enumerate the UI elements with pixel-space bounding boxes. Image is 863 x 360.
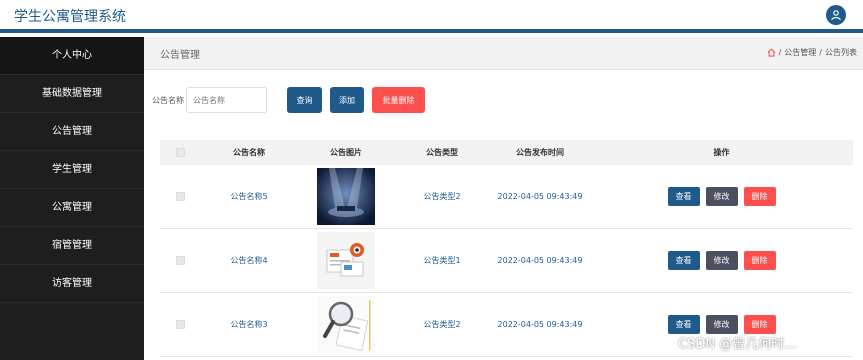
news-magnifier-image [317,296,375,353]
announcement-table: 公告名称 公告图片 公告类型 公告发布时间 操作 公告名称5 公告类型2 202… [160,140,853,357]
view-button[interactable]: 查看 [667,187,700,206]
search-row: 公告名称 查询 添加 批量删除 [152,87,425,113]
main-content: 公告管理 / 公告管理 / 公告列表 公告名称 查询 添加 批量删除 公告名称 … [144,37,863,360]
header-name: 公告名称 [233,148,265,157]
breadcrumb-level1[interactable]: 公告管理 [784,47,816,58]
row-checkbox[interactable] [175,256,185,265]
title-bar: 公告管理 / 公告管理 / 公告列表 [144,37,863,70]
row-name[interactable]: 公告名称3 [200,319,298,330]
delete-button[interactable]: 删除 [743,315,776,334]
edit-button[interactable]: 修改 [705,187,738,206]
sidebar-item-announcements[interactable]: 公告管理 [0,113,144,151]
breadcrumb: / 公告管理 / 公告列表 [767,47,857,58]
sidebar-item-students[interactable]: 学生管理 [0,151,144,189]
batch-delete-button[interactable]: 批量删除 [372,87,425,113]
header-time: 公告发布时间 [516,148,564,157]
view-button[interactable]: 查看 [667,315,700,334]
delete-button[interactable]: 删除 [743,251,776,270]
view-button[interactable]: 查看 [667,251,700,270]
row-type: 公告类型2 [423,320,461,329]
table-header: 公告名称 公告图片 公告类型 公告发布时间 操作 [160,140,853,165]
sidebar-item-basic-data[interactable]: 基础数据管理 [0,75,144,113]
edit-button[interactable]: 修改 [705,315,738,334]
select-all-checkbox[interactable] [175,148,185,157]
search-label: 公告名称 [152,95,184,105]
delete-button[interactable]: 删除 [743,187,776,206]
header-type: 公告类型 [426,148,458,157]
sidebar-item-visitors[interactable]: 访客管理 [0,265,144,303]
sidebar-item-apartments[interactable]: 公寓管理 [0,189,144,227]
breadcrumb-separator: / [778,48,782,57]
row-name[interactable]: 公告名称5 [200,191,298,202]
header-image: 公告图片 [330,148,362,157]
query-button[interactable]: 查询 [287,87,322,113]
row-checkbox[interactable] [175,192,185,201]
row-type: 公告类型1 [423,256,461,265]
row-name[interactable]: 公告名称4 [200,255,298,266]
header-ops: 操作 [713,148,730,157]
row-time: 2022-04-05 09:43:49 [497,256,583,265]
sidebar: 个人中心 基础数据管理 公告管理 学生管理 公寓管理 宿管管理 访客管理 [0,37,144,360]
breadcrumb-separator: / [819,48,822,57]
top-bar: 学生公寓管理系统 [0,0,863,33]
add-button[interactable]: 添加 [330,87,364,113]
user-avatar-icon[interactable] [826,5,846,25]
news-paper-image [317,232,375,289]
app-title: 学生公寓管理系统 [14,9,126,25]
stage-spotlight-image [317,168,375,225]
sidebar-item-personal-center[interactable]: 个人中心 [0,37,144,75]
home-icon[interactable] [767,48,776,57]
row-time: 2022-04-05 09:43:49 [497,320,583,329]
edit-button[interactable]: 修改 [705,251,738,270]
watermark: CSDN @曾几何时… [678,337,798,352]
row-time: 2022-04-05 09:43:49 [497,192,583,201]
sidebar-item-dorm-managers[interactable]: 宿管管理 [0,227,144,265]
search-input[interactable] [186,87,267,113]
table-row: 公告名称5 公告类型2 2022-04-05 09:43:49 查看 修改 删除 [160,165,853,229]
breadcrumb-level2: 公告列表 [825,48,857,57]
page-title: 公告管理 [160,50,200,61]
table-row: 公告名称4 公告类型1 2022-04-05 09:43:49 查看 修改 删除 [160,229,853,293]
row-checkbox[interactable] [175,320,185,329]
row-type: 公告类型2 [423,192,461,201]
